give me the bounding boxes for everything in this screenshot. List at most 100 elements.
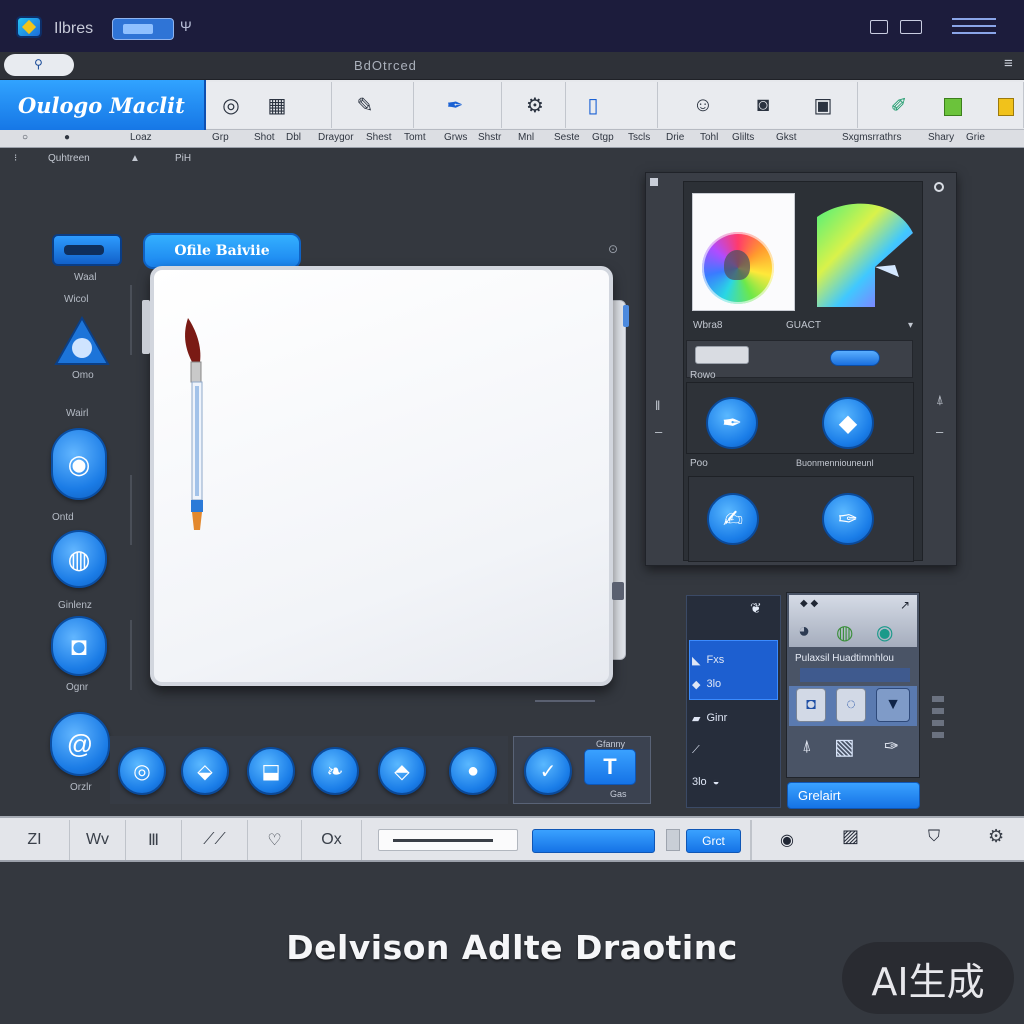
image-icon[interactable]: ▦ [262,90,292,120]
preset-bucket-icon[interactable]: ◘ [796,688,826,722]
preset-bubble-icon[interactable]: ◌ [836,688,866,722]
tool-label[interactable]: Shot [254,132,275,143]
quick-tool-leaf[interactable]: ❧ [311,747,359,795]
layer-row[interactable]: ◆ 3lo [692,672,774,696]
status-cell[interactable]: Ox [302,820,362,860]
feather-icon[interactable]: ❦ [750,600,762,617]
brush-size-field[interactable] [378,829,518,851]
color-fan-icon[interactable] [815,195,915,311]
presets-pin-icon[interactable]: ↗ [900,598,910,612]
maximize-icon[interactable] [900,20,922,34]
tool-label[interactable]: Tohl [700,132,718,143]
brush-size-slider[interactable] [532,829,655,853]
layer-row[interactable]: ▰ Ginr [692,706,774,730]
fountain-pen-button[interactable]: ✑ [822,493,874,545]
pen-icon[interactable]: ✒ [440,90,470,120]
tool-label[interactable]: Grp [212,132,229,143]
hamburger-menu-icon[interactable] [952,18,996,36]
frame-icon[interactable]: ▣ [808,90,838,120]
tool-label[interactable]: Grie [966,132,985,143]
save-icon[interactable]: ▨ [842,826,859,847]
layer-row[interactable]: 3lo ◒ [692,770,774,794]
face-icon[interactable]: ☺ [688,90,718,120]
text-tool-button[interactable]: T [584,749,636,785]
tool-label[interactable]: Grws [444,132,467,143]
opacity-slider[interactable] [830,350,880,366]
tool-label[interactable]: Mnl [518,132,534,143]
calligraphy-brush-button[interactable]: ✍ [707,493,759,545]
quick-tool-target[interactable]: ◎ [118,747,166,795]
panel-grip[interactable] [932,696,944,740]
panel-close-icon[interactable] [934,182,944,192]
presets-apply-button[interactable]: Grelairt [787,782,920,809]
pencil-icon[interactable]: ✐ [884,90,914,120]
minus-icon[interactable]: – [936,424,943,439]
document-tab[interactable] [112,18,174,40]
preset-quill-icon[interactable]: ✑ [884,736,899,757]
layer-row[interactable]: ◣ Fxs [692,648,774,672]
search-pill[interactable]: ⚲ [4,54,74,76]
quick-tool-shield[interactable]: ⬙ [181,747,229,795]
grid-settings-icon[interactable]: ⚙ [988,826,1004,847]
camera-icon[interactable]: ◎ [216,90,246,120]
tool-label[interactable]: Gtgp [592,132,614,143]
globe-tool-button[interactable]: ◉ [51,428,107,500]
status-cell[interactable]: Ⅲ [126,820,182,860]
tool-label[interactable]: Drie [666,132,684,143]
shield-small-icon[interactable]: ⛉ [928,828,940,846]
triangle-tool-button[interactable] [54,315,110,366]
tool-label[interactable]: Loaz [130,132,152,143]
canvas-close-icon[interactable]: ⊙ [608,242,618,256]
tool-label[interactable]: Tomt [404,132,426,143]
tool-label[interactable]: Draygor [318,132,354,143]
spiral-tool-button[interactable]: @ [50,712,110,776]
sphere-icon[interactable]: ◕ [798,620,810,643]
tool-label[interactable]: ● [64,132,70,143]
tool-label[interactable]: Seste [554,132,580,143]
brand-button[interactable]: Oulogo Maclit [0,80,206,130]
globe-icon[interactable]: ◍ [836,620,853,645]
preset-funnel-icon[interactable]: ▼ [876,688,910,722]
preset-feather-icon[interactable]: ⍋ [802,738,812,756]
status-cell[interactable]: ♡ [248,820,302,860]
eraser-button[interactable]: ◆ [822,397,874,449]
tool-label[interactable]: ○ [22,132,28,143]
nodes-icon[interactable]: ⚙ [520,90,550,120]
caret-up-icon[interactable]: ▲ [130,153,140,164]
status-badge[interactable]: Grct [686,829,741,853]
swatch-menu-icon[interactable]: ▾ [908,320,913,331]
minimize-icon[interactable] [870,20,888,34]
brush-settings-icon[interactable]: ✎ [350,90,380,120]
status-cell[interactable]: ⟋⟋ [182,820,248,860]
yellow-square-icon[interactable] [998,98,1014,116]
canvas-handle[interactable] [142,300,150,354]
layer-row[interactable]: ⟋ [692,738,774,762]
pause-icon[interactable]: ‖ [655,398,660,413]
quick-tool-gem[interactable]: ⬘ [378,747,426,795]
quick-tool-badge[interactable]: ⬓ [247,747,295,795]
tab-pin-icon[interactable]: Ψ [180,18,192,34]
ink-brush-button[interactable]: ✒ [706,397,758,449]
status-cell[interactable]: Wv [70,820,126,860]
tool-label[interactable]: Glilts [732,132,754,143]
tool-label[interactable]: Gkst [776,132,797,143]
preset-block-icon[interactable]: ▧ [834,734,855,760]
cycle-icon[interactable]: ◉ [876,620,893,645]
tool-label[interactable]: Tscls [628,132,650,143]
status-cell[interactable]: ZI [0,820,70,860]
tool-label[interactable]: Shary [928,132,954,143]
minus-icon[interactable]: – [655,424,662,439]
device-icon[interactable]: ▯ [578,90,608,120]
color-wheel[interactable] [702,232,774,304]
confirm-check-button[interactable]: ✓ [524,747,572,795]
quick-tool-blob[interactable]: ● [449,747,497,795]
layers-tool-button[interactable]: ◘ [51,616,107,676]
pin-icon[interactable]: ⍋ [936,392,944,408]
slider-preset-button[interactable] [695,346,749,364]
tool-label[interactable]: Shest [366,132,392,143]
canvas-tab[interactable]: Ofile Baiviie [143,233,301,269]
green-square-icon[interactable] [944,98,962,116]
record-icon[interactable]: ◉ [780,830,794,850]
tool-label[interactable]: Sxgmsrrathrs [842,132,901,143]
document-menu-icon[interactable]: ≡ [1004,55,1013,72]
